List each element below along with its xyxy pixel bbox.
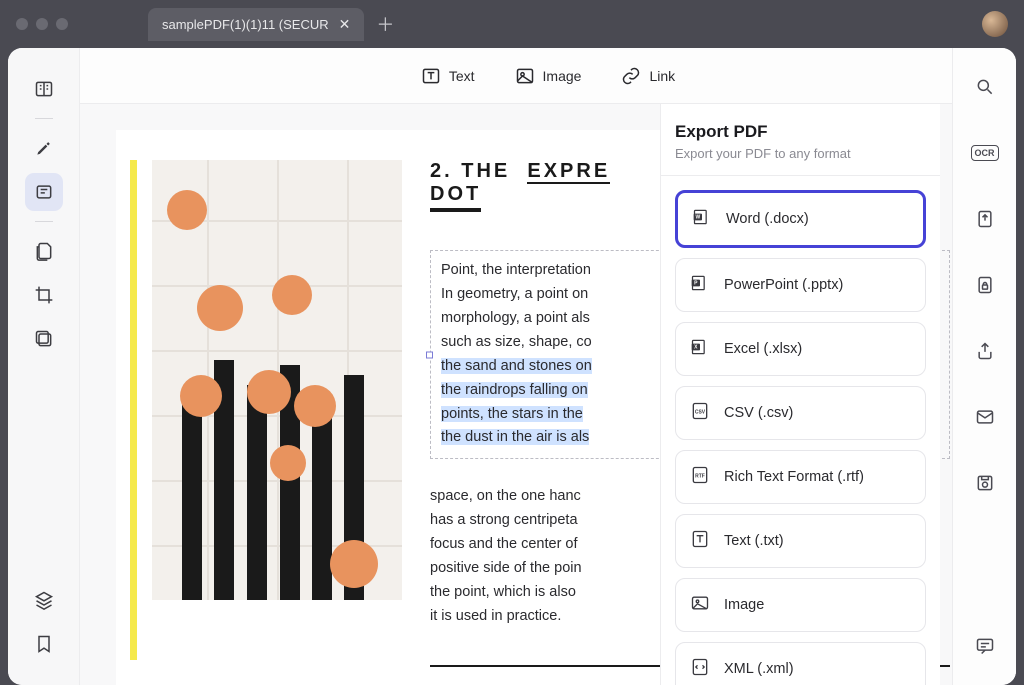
export-option-word[interactable]: W Word (.docx): [675, 190, 926, 248]
close-icon[interactable]: ✕: [339, 16, 351, 33]
export-panel: Export PDF Export your PDF to any format…: [660, 104, 940, 685]
export-subtitle: Export your PDF to any format: [675, 146, 926, 161]
tab-document[interactable]: samplePDF(1)(1)11 (SECUR ✕: [148, 8, 364, 41]
comment-icon[interactable]: [966, 627, 1004, 665]
share-icon[interactable]: [966, 332, 1004, 370]
svg-text:W: W: [695, 215, 700, 221]
avatar[interactable]: [982, 11, 1008, 37]
window-minimize[interactable]: [36, 18, 48, 30]
text-tool-label: Text: [449, 68, 475, 84]
export-option-label: Image: [724, 597, 764, 613]
text-tool-button[interactable]: Text: [421, 66, 475, 86]
save-icon[interactable]: [966, 464, 1004, 502]
image-tool-label: Image: [543, 68, 582, 84]
svg-text:CSV: CSV: [695, 410, 706, 416]
export-option-label: XML (.xml): [724, 661, 794, 677]
image-icon: [690, 593, 710, 617]
highlighted-text: the sand and stones on the raindrops fal…: [441, 358, 592, 446]
convert-icon[interactable]: [966, 200, 1004, 238]
left-rail: [8, 48, 80, 685]
text-edit-icon[interactable]: [25, 173, 63, 211]
export-option-rtf[interactable]: RTF Rich Text Format (.rtf): [675, 450, 926, 504]
export-option-label: Text (.txt): [724, 533, 784, 549]
yellow-margin: [130, 160, 137, 660]
word-icon: W: [692, 207, 712, 231]
ocr-icon[interactable]: OCR: [966, 134, 1004, 172]
export-option-powerpoint[interactable]: P PowerPoint (.pptx): [675, 258, 926, 312]
export-option-image[interactable]: Image: [675, 578, 926, 632]
bookmark-icon[interactable]: [25, 625, 63, 663]
mail-icon[interactable]: [966, 398, 1004, 436]
powerpoint-icon: P: [690, 273, 710, 297]
export-option-csv[interactable]: CSV CSV (.csv): [675, 386, 926, 440]
export-option-excel[interactable]: X Excel (.xlsx): [675, 322, 926, 376]
export-option-txt[interactable]: Text (.txt): [675, 514, 926, 568]
toolbar: Text Image Link: [80, 48, 1016, 104]
new-tab-button[interactable]: ＋: [376, 11, 394, 37]
export-title: Export PDF: [675, 122, 926, 142]
excel-icon: X: [690, 337, 710, 361]
title-bar: samplePDF(1)(1)11 (SECUR ✕ ＋: [0, 0, 1024, 48]
export-option-label: Rich Text Format (.rtf): [724, 469, 864, 485]
export-option-label: Word (.docx): [726, 211, 809, 227]
txt-icon: [690, 529, 710, 553]
pages-icon[interactable]: [25, 232, 63, 270]
csv-icon: CSV: [690, 401, 710, 425]
tab-title: samplePDF(1)(1)11 (SECUR: [162, 17, 329, 32]
export-option-xml[interactable]: XML (.xml): [675, 642, 926, 685]
window-close[interactable]: [16, 18, 28, 30]
batch-icon[interactable]: [25, 320, 63, 358]
export-option-label: Excel (.xlsx): [724, 341, 802, 357]
search-icon[interactable]: [966, 68, 1004, 106]
highlighter-icon[interactable]: [25, 129, 63, 167]
window-maximize[interactable]: [56, 18, 68, 30]
selection-handle[interactable]: [426, 351, 433, 358]
export-option-label: PowerPoint (.pptx): [724, 277, 843, 293]
xml-icon: [690, 657, 710, 681]
paragraph-text: Point, the interpretation In geometry, a…: [441, 262, 592, 350]
image-tool-button[interactable]: Image: [515, 66, 582, 86]
layers-icon[interactable]: [25, 581, 63, 619]
document-image: [152, 160, 402, 600]
link-tool-button[interactable]: Link: [621, 66, 675, 86]
right-rail: OCR: [952, 48, 1016, 685]
crop-icon[interactable]: [25, 276, 63, 314]
svg-text:RTF: RTF: [695, 474, 705, 480]
export-option-label: CSV (.csv): [724, 405, 793, 421]
rtf-icon: RTF: [690, 465, 710, 489]
reader-mode-icon[interactable]: [25, 70, 63, 108]
lock-icon[interactable]: [966, 266, 1004, 304]
link-tool-label: Link: [649, 68, 675, 84]
